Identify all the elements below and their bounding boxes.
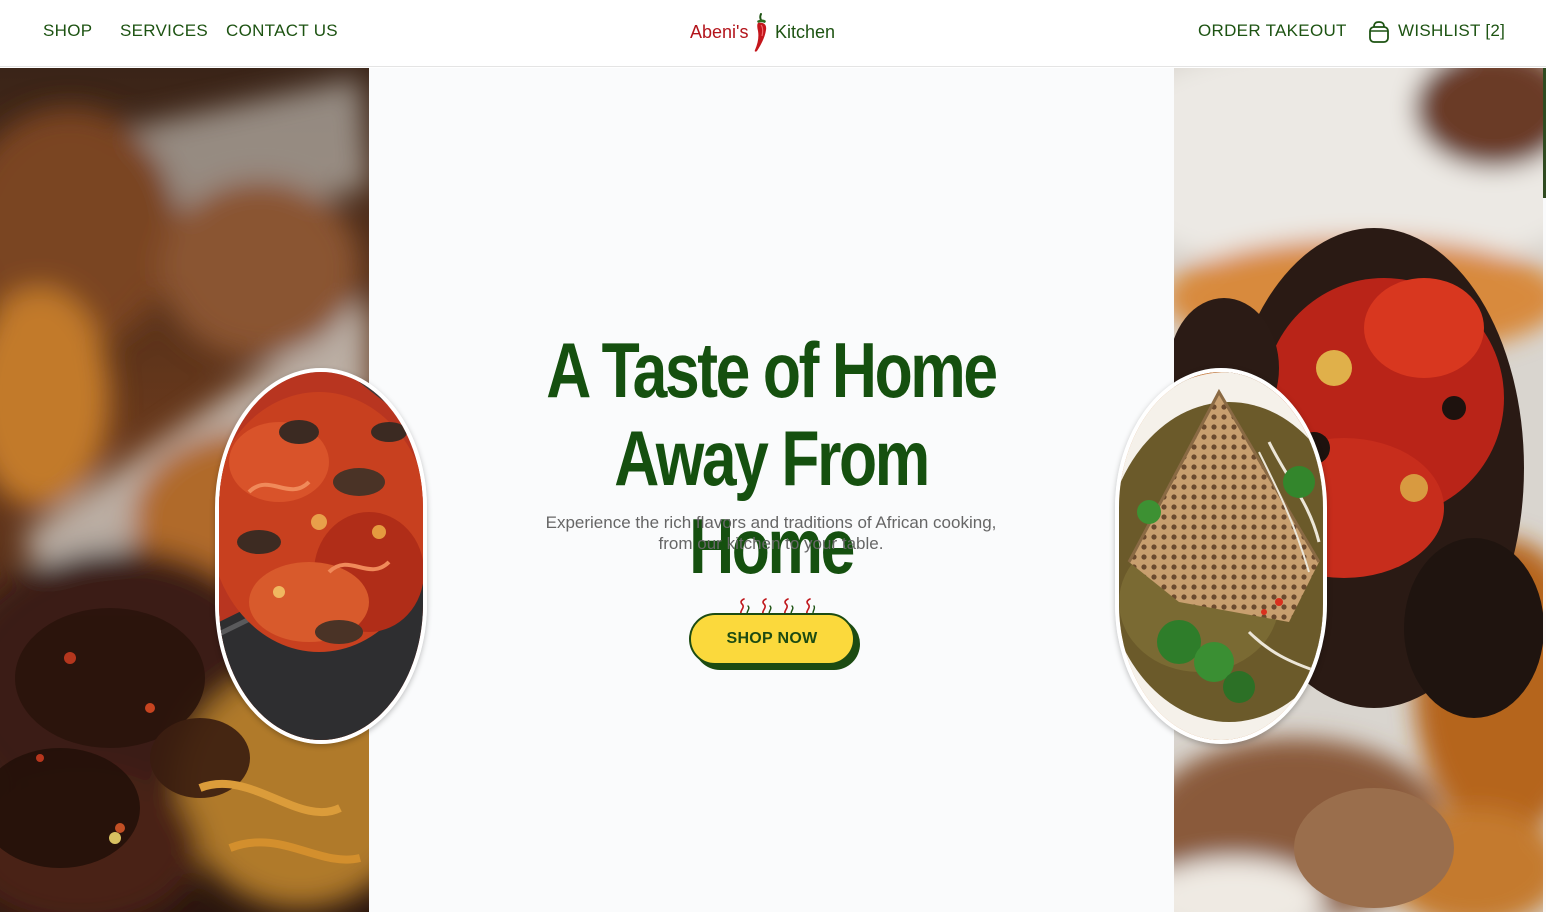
order-takeout-link[interactable]: ORDER TAKEOUT bbox=[1198, 21, 1347, 41]
nav-shop[interactable]: SHOP bbox=[43, 21, 92, 41]
site-logo[interactable]: Abeni's Kitchen bbox=[689, 12, 849, 54]
hero-headline-line2: Away From Home bbox=[614, 414, 930, 590]
featured-dish-left-photo bbox=[215, 368, 427, 744]
featured-dish-right-photo bbox=[1115, 368, 1327, 744]
site-header: SHOP SERVICES CONTACT US Abeni's Kitchen… bbox=[0, 0, 1546, 67]
logo-text-abeni: Abeni's bbox=[690, 22, 749, 42]
shopping-bag-icon bbox=[1369, 21, 1389, 43]
wishlist-label: WISHLIST [2] bbox=[1398, 21, 1506, 40]
shop-now-button[interactable]: SHOP NOW bbox=[689, 613, 855, 665]
hero-headline-line1: A Taste of Home bbox=[546, 326, 998, 414]
nav-contact-us[interactable]: CONTACT US bbox=[226, 21, 338, 41]
hero-section: A Taste of Home Away From Home Experienc… bbox=[0, 68, 1546, 912]
fish-soup-photo-image bbox=[1119, 372, 1323, 740]
logo-text-kitchen: Kitchen bbox=[775, 22, 836, 42]
hero-subtitle: Experience the rich flavors and traditio… bbox=[545, 513, 997, 553]
stew-photo-image bbox=[219, 372, 423, 740]
shop-now-wrapper: SHOP NOW bbox=[689, 597, 861, 673]
nav-services[interactable]: SERVICES bbox=[120, 21, 208, 41]
chili-pepper-icon bbox=[754, 13, 767, 52]
